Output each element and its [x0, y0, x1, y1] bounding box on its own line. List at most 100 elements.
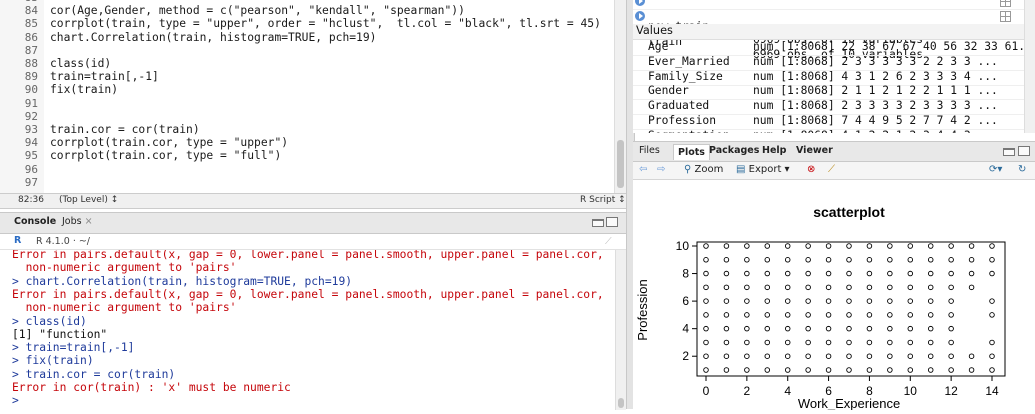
data-point [723, 312, 730, 318]
source-editor[interactable]: 838485868788899091929394959697 cor(Age,G… [0, 0, 626, 193]
code-line[interactable]: cor(Age,Gender, method = c("pearson", "k… [50, 4, 465, 17]
environment-scrollbar[interactable] [1024, 0, 1035, 133]
data-point [907, 353, 914, 359]
console-line: > [12, 394, 19, 408]
y-tick-label: 10 [676, 239, 690, 253]
back-arrow-icon[interactable]: ⇦ [639, 164, 647, 175]
data-point [703, 298, 709, 304]
data-point [703, 353, 709, 359]
tab-files[interactable]: Files [639, 145, 660, 156]
line-number: 93 [24, 123, 38, 136]
data-point [825, 270, 832, 277]
data-point [784, 298, 791, 304]
forward-arrow-icon[interactable]: ⇨ [657, 164, 665, 175]
tab-plots[interactable]: Plots [673, 144, 710, 160]
grid-icon[interactable] [1000, 0, 1011, 7]
console-working-dir[interactable]: R 4.1.0 · ~/ [36, 236, 90, 247]
expand-icon[interactable] [635, 11, 645, 21]
code-line[interactable]: train.cor = cor(train) [50, 123, 200, 136]
data-point [927, 298, 934, 304]
line-number: 89 [24, 70, 38, 84]
console-output[interactable]: Error in pairs.default(x, gap = 0, lower… [0, 250, 615, 410]
env-value-row[interactable]: Segmentation num [1:8068] 4 1 2 2 1 2 3 4… [633, 129, 1025, 133]
data-point [744, 312, 750, 318]
export-button[interactable]: ▤ Export ▾ [736, 164, 790, 175]
code-line[interactable]: corrplot(train, type = "upper", order = … [50, 17, 601, 30]
data-point [907, 270, 914, 277]
env-value-row[interactable]: Family_Size num [1:8068] 4 3 1 2 6 2 3 3 … [633, 70, 1025, 86]
data-point [723, 284, 730, 291]
tab-help[interactable]: Help [762, 145, 786, 156]
data-point [784, 367, 791, 373]
env-row-value: num [1:8068] 4 3 1 2 6 2 3 3 3 4 ... [753, 69, 998, 83]
data-point [805, 298, 811, 304]
tab-viewer[interactable]: Viewer [796, 145, 833, 156]
environment-pane: new_train 6969 obs. of 10 variables trai… [633, 0, 1035, 133]
env-value-row[interactable]: Profession num [1:8068] 7 4 4 9 5 2 7 7 4… [633, 114, 1025, 130]
console-scrollbar[interactable] [615, 250, 626, 410]
zoom-button[interactable]: ⚲ Zoom [684, 164, 723, 175]
console-scroll-thumb[interactable] [618, 398, 624, 408]
maximize-icon[interactable] [1018, 146, 1030, 156]
tab-jobs[interactable]: Jobs × [62, 216, 93, 227]
data-point [764, 353, 771, 359]
tab-packages[interactable]: Packages [709, 145, 759, 156]
console-line: [1] "function" [12, 327, 108, 341]
publish-icon[interactable]: ⟳▾ [989, 164, 1002, 175]
data-point [948, 312, 954, 318]
grid-icon[interactable] [1000, 11, 1011, 22]
data-point [846, 325, 852, 332]
line-number: 92 [24, 109, 38, 123]
data-point [948, 257, 954, 263]
env-value-row[interactable]: Ever_Married num [1:8068] 2 3 3 3 3 3 2 2… [633, 55, 1025, 71]
data-point [887, 257, 893, 263]
env-row-value: num [1:8068] 4 1 2 2 1 2 3 4 4 3 ... [753, 129, 998, 133]
scope-selector[interactable]: (Top Level) ↕ [59, 195, 118, 205]
data-point [846, 367, 852, 373]
tab-console[interactable]: Console [14, 216, 56, 227]
data-point [703, 257, 709, 263]
minimize-icon[interactable] [592, 219, 604, 227]
code-line[interactable]: train=train[,-1] [50, 70, 159, 83]
data-point [927, 312, 934, 318]
code-line[interactable]: corrplot(train.cor, type = "full") [50, 149, 281, 162]
data-point [907, 243, 914, 249]
editor-scrollbar[interactable] [614, 0, 626, 193]
data-point [723, 353, 730, 359]
data-point [764, 312, 771, 318]
line-number: 88 [24, 57, 38, 70]
data-point [805, 257, 811, 263]
editor-scroll-thumb[interactable] [617, 140, 624, 188]
export-label: Export ▾ [748, 164, 790, 175]
data-point [825, 367, 832, 373]
env-data-row[interactable]: train 6969 obs. of 10 variables [633, 9, 1025, 61]
env-value-row[interactable]: Age num [1:8068] 22 38 67 67 40 56 32 33 … [633, 40, 1035, 56]
refresh-icon[interactable]: ↻ [1018, 164, 1026, 175]
data-point [948, 243, 954, 249]
env-value-row[interactable]: Graduated num [1:8068] 2 3 3 3 3 2 3 3 3 … [633, 99, 1025, 116]
data-point [723, 367, 730, 373]
data-point [784, 339, 791, 346]
broom-icon[interactable]: ⟋ [605, 236, 612, 247]
y-axis-label: Profession [635, 279, 650, 340]
scatterplot-chart: scatterplot0 2 4 6 8 10 12 14246810Work_Experie… [635, 204, 1006, 411]
remove-plot-icon[interactable]: ⊗ [807, 164, 815, 175]
data-point [907, 312, 914, 318]
code-line[interactable]: fix(train) [50, 83, 118, 96]
code-line[interactable]: corrplot(train.cor, type = "upper") [50, 136, 288, 149]
console-tab-bar: Console Jobs × [0, 213, 626, 234]
code-line[interactable]: class(id) [50, 57, 111, 70]
expand-icon[interactable] [635, 0, 645, 6]
close-icon[interactable]: × [85, 216, 93, 227]
env-value-row[interactable]: Gender num [1:8068] 2 1 1 2 1 2 2 1 1 1 .… [633, 84, 1025, 101]
data-point [846, 339, 852, 346]
data-point [764, 257, 771, 263]
minimize-icon[interactable] [1003, 148, 1015, 156]
maximize-icon[interactable] [606, 217, 618, 227]
data-point [968, 353, 975, 359]
filetype-selector[interactable]: R Script ↕ [580, 195, 626, 205]
code-line[interactable]: chart.Correlation(train, histogram=TRUE,… [50, 31, 376, 44]
data-point [805, 353, 811, 359]
data-point [784, 284, 791, 291]
broom-icon[interactable]: ⟋ [828, 164, 835, 175]
